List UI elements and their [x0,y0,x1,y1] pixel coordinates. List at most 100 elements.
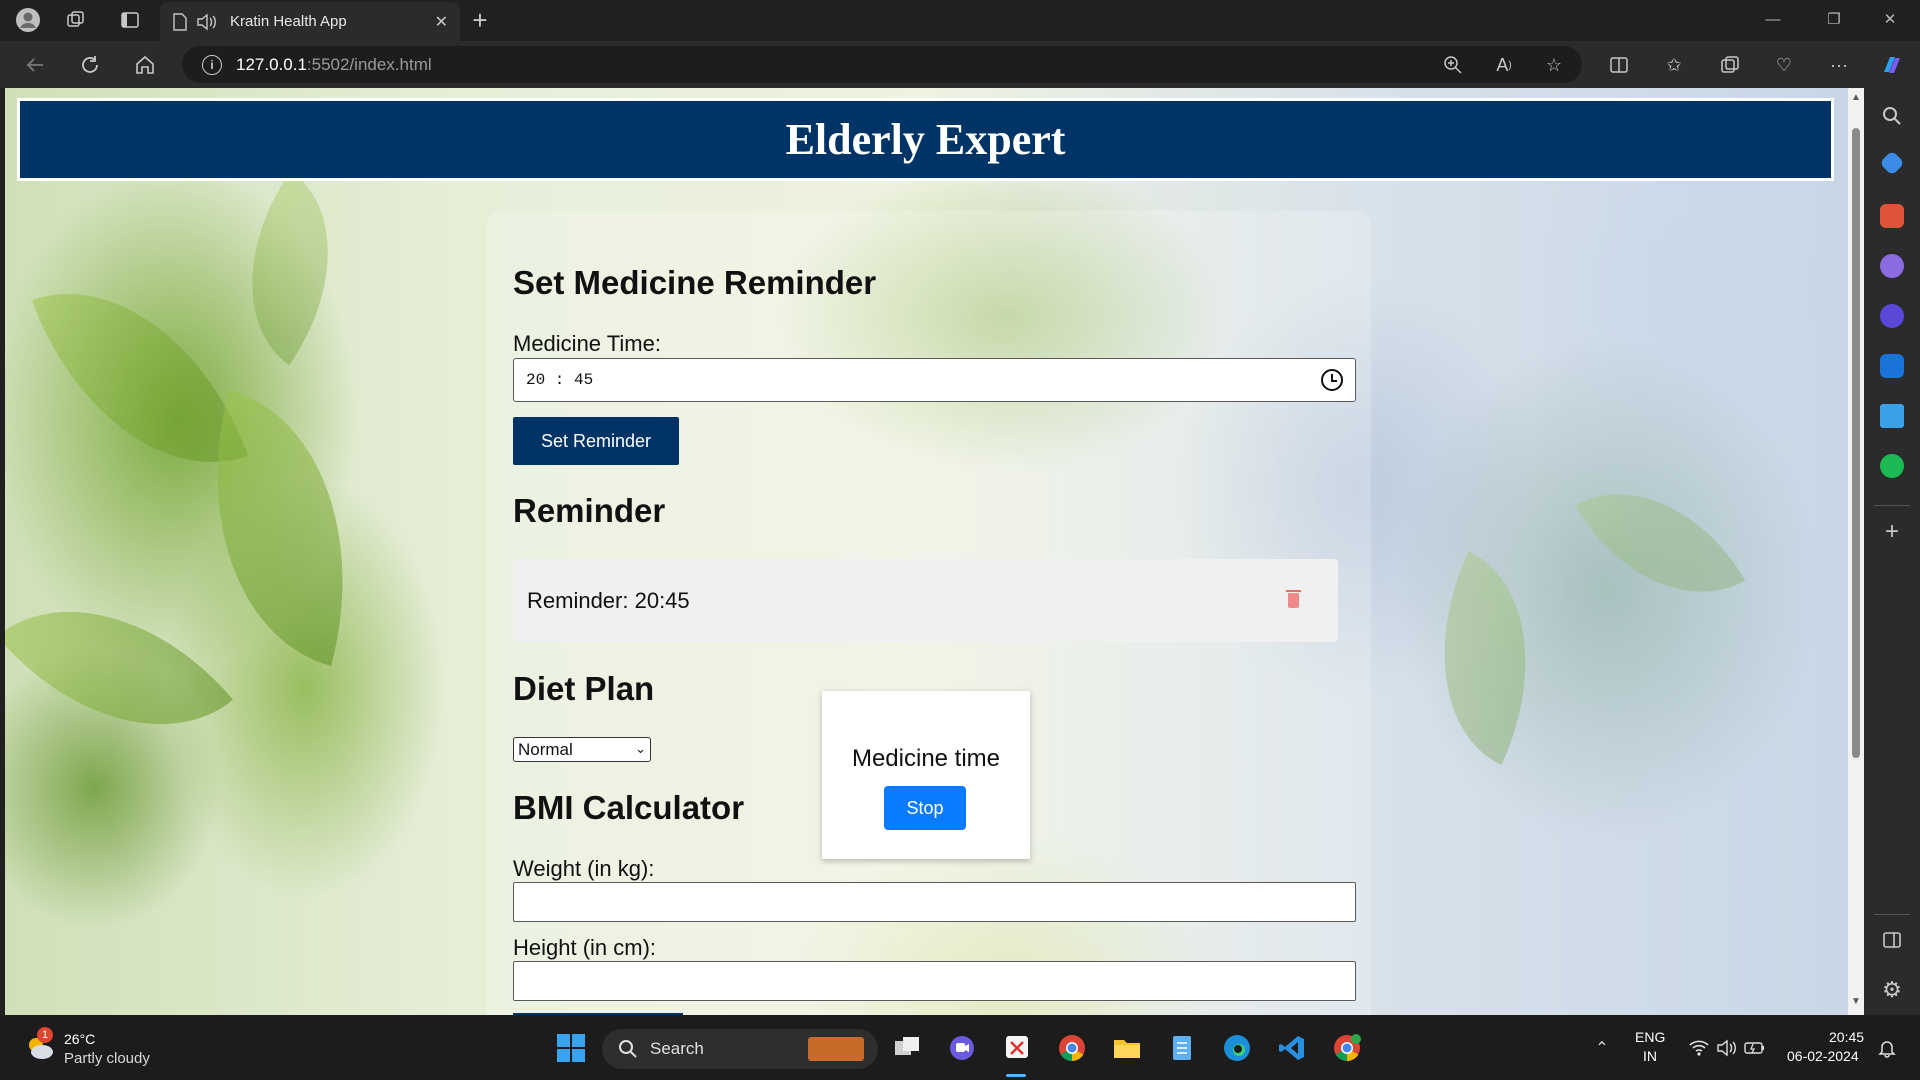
language-top: ENG [1635,1029,1666,1045]
search-highlight-icon [808,1037,864,1061]
weight-input[interactable] [513,882,1356,922]
shopping-icon[interactable] [1879,150,1905,176]
games-icon[interactable] [1880,254,1904,278]
medicine-time-label: Medicine Time: [513,331,661,356]
active-app-indicator [1006,1074,1026,1077]
diet-plan-heading: Diet Plan [513,670,655,707]
url-host: 127.0.0.1 [236,54,307,74]
site-header: Elderly Expert [17,98,1834,181]
browser-tab-bar: Kratin Health App ✕ + — ❐ ✕ [0,0,1920,41]
set-reminder-button[interactable]: Set Reminder [513,417,679,465]
tab-title: Kratin Health App [230,13,347,30]
new-tab-icon[interactable]: + [466,5,494,35]
browser-toolbar: i 127.0.0.1:5502/index.html A) ☆ ✩ ♡ ··· [0,41,1920,88]
profile-icon[interactable] [14,6,42,34]
weather-temperature: 26°C [64,1031,96,1047]
tab-actions-icon[interactable] [116,6,144,34]
favorites-icon[interactable]: ✩ [1659,50,1689,80]
weather-icon[interactable]: 1 [22,1027,56,1064]
sidebar-divider [1874,914,1910,915]
restore-icon[interactable]: ❐ [1823,8,1845,30]
hide-sidebar-icon[interactable] [1880,928,1904,952]
back-icon[interactable] [20,50,50,80]
medicine-alert-popup: Medicine time Stop [822,691,1030,859]
clock-icon[interactable] [1321,369,1343,391]
background-leaf [1392,551,1578,765]
zoom-icon[interactable] [1438,50,1468,80]
collections-icon[interactable] [1715,50,1745,80]
copilot-icon[interactable] [1877,50,1907,80]
weather-description: Partly cloudy [64,1050,150,1067]
background-leaf [1574,450,1746,636]
sidebar-divider [1874,505,1910,506]
chrome-icon[interactable] [1055,1031,1089,1065]
medicine-time-input[interactable]: 20 : 45 [513,358,1356,402]
file-explorer-icon[interactable] [1110,1031,1144,1065]
site-info-icon[interactable]: i [202,54,222,75]
settings-gear-icon[interactable]: ⚙ [1880,978,1904,1002]
vscode-icon[interactable] [1275,1031,1309,1065]
search-label: Search [650,1039,704,1058]
time-value: 20 : 45 [526,371,594,389]
trash-icon[interactable] [1286,590,1301,608]
reminder-text: Reminder: 20:45 [527,587,690,613]
chevron-down-icon: ⌄ [635,741,646,756]
more-options-icon[interactable]: ··· [1824,50,1854,80]
page-viewport: Elderly Expert Set Medicine Reminder Med… [5,88,1848,1015]
microsoft-365-icon[interactable] [1880,304,1904,328]
split-screen-icon[interactable] [1604,50,1634,80]
notepad-icon[interactable] [1165,1031,1199,1065]
alert-message: Medicine time [851,745,1001,772]
page-scrollbar[interactable]: ▲ ▼ [1848,88,1864,1015]
favorite-star-icon[interactable]: ☆ [1539,50,1569,80]
workspaces-icon[interactable] [62,6,90,34]
read-aloud-icon[interactable]: A) [1489,50,1519,80]
taskbar-search[interactable]: Search [602,1029,878,1069]
search-icon [619,1040,637,1058]
scroll-thumb[interactable] [1852,128,1860,758]
close-window-icon[interactable]: ✕ [1879,8,1901,30]
notification-bell-icon[interactable] [1870,1031,1904,1065]
background-leaf [199,170,381,366]
diet-selected-value: Normal [518,739,573,759]
chat-icon[interactable] [945,1031,979,1065]
reminder-heading: Reminder [513,492,666,529]
scroll-up-icon[interactable]: ▲ [1851,92,1861,103]
set-reminder-heading: Set Medicine Reminder [513,264,877,301]
address-bar[interactable]: i 127.0.0.1:5502/index.html [182,46,1582,83]
snipping-tool-icon[interactable] [1000,1031,1034,1065]
browser-essentials-icon[interactable]: ♡ [1769,50,1799,80]
tab-kratin-health-app[interactable]: Kratin Health App ✕ [160,2,460,41]
refresh-icon[interactable] [75,50,105,80]
clock-time: 20:45 [1829,1029,1865,1045]
diet-plan-select[interactable]: Normal ⌄ [513,737,651,762]
site-title: Elderly Expert [785,115,1066,164]
windows-taskbar: 1 26°C Partly cloudy Search ⌃ ENG IN 20:… [0,1015,1920,1080]
battery-icon[interactable] [1738,1031,1772,1065]
scroll-down-icon[interactable]: ▼ [1851,996,1861,1007]
home-icon[interactable] [130,50,160,80]
chrome-profile-icon[interactable] [1330,1031,1364,1065]
outlook-icon[interactable] [1880,354,1904,378]
height-input[interactable] [513,961,1356,1001]
browser-sidebar: + ⚙ [1864,88,1920,1015]
task-view-icon[interactable] [890,1031,924,1065]
show-hidden-icons-chevron-up-icon[interactable]: ⌃ [1585,1031,1619,1065]
page-icon [173,12,187,31]
background-leaf [5,546,233,790]
spotify-icon[interactable] [1880,454,1904,478]
close-tab-icon[interactable]: ✕ [435,12,448,32]
tools-icon[interactable] [1880,204,1904,228]
speaker-icon[interactable] [196,13,218,31]
search-icon[interactable] [1880,104,1904,128]
minimize-icon[interactable]: — [1762,8,1784,30]
background-leaf [31,248,249,508]
windows-start-icon[interactable] [554,1031,588,1065]
drop-icon[interactable] [1880,404,1904,428]
stop-button[interactable]: Stop [884,786,966,830]
add-icon[interactable]: + [1880,520,1904,544]
language-bottom: IN [1643,1048,1657,1064]
edge-icon[interactable] [1220,1031,1254,1065]
weather-badge: 1 [37,1027,53,1043]
clock-date: 06-02-2024 [1787,1048,1859,1064]
